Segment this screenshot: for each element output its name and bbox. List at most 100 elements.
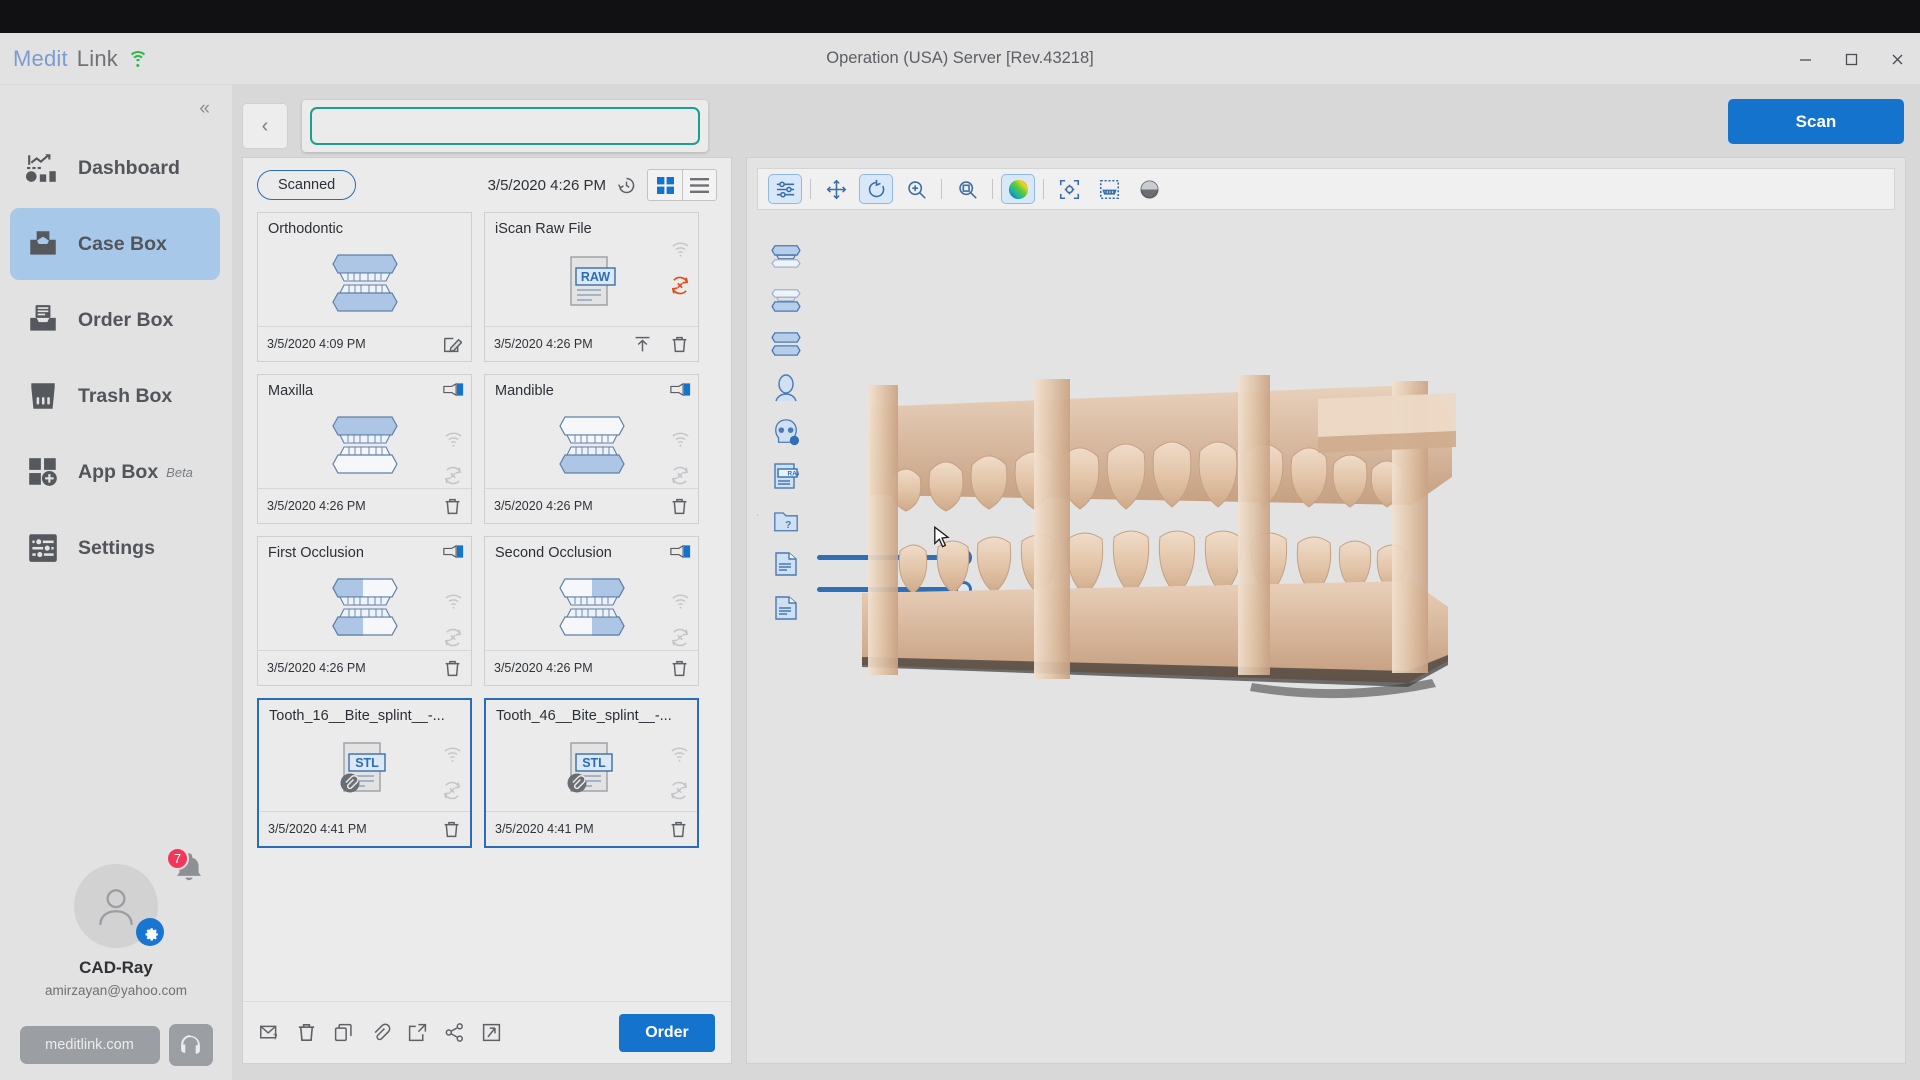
wifi-off-icon [443,746,462,768]
sync-off-icon [442,465,464,491]
close-button[interactable] [1874,33,1920,85]
sidebar-item-app-box[interactable]: App Box Beta [10,436,220,508]
svg-text:?: ? [273,1033,278,1042]
upload-icon[interactable] [633,335,652,354]
export-icon[interactable] [407,1022,428,1043]
card-footer: 3/5/2020 4:41 PM [259,811,470,846]
attach-icon[interactable] [370,1022,391,1043]
card-date: 3/5/2020 4:09 PM [267,337,366,351]
zoom-in-icon[interactable] [899,174,933,204]
trash-icon[interactable] [670,659,689,678]
order-button[interactable]: Order [619,1013,715,1052]
copy-icon[interactable] [333,1022,354,1043]
trash-icon[interactable] [443,497,462,516]
dental-arch-3d-model[interactable] [852,365,1612,765]
card-footer: 3/5/2020 4:26 PM [485,650,698,685]
sidebar-item-case-box[interactable]: Case Box [10,208,220,280]
sync-off-icon [668,780,690,806]
card-status-icons [669,241,691,301]
trash-icon[interactable] [669,820,688,839]
rotate-icon[interactable] [859,174,893,204]
history-clock-icon[interactable] [616,175,637,196]
shading-icon[interactable] [1132,174,1166,204]
user-profile: 7 CAD-Ray amirzayan@yahoo.com meditlink.… [0,847,232,1080]
card-title: iScan Raw File [495,221,592,237]
file-panel: Scanned 3/5/2020 4:26 PM Orthodontic 3/5… [242,157,732,1064]
center-target-icon[interactable] [1052,174,1086,204]
face-scan-icon[interactable] [769,374,803,402]
sidebar-item-dashboard[interactable]: Dashboard [10,132,220,204]
meditlink-site-button[interactable]: meditlink.com [19,1026,160,1064]
card-date: 3/5/2020 4:26 PM [494,499,593,513]
trash-icon[interactable] [670,335,689,354]
trash-icon[interactable] [296,1022,317,1043]
grid-view-icon[interactable] [648,170,682,200]
mesh-select-icon[interactable] [1092,174,1126,204]
occlusion-icon[interactable] [769,330,803,358]
sync-off-icon [442,627,464,653]
file-panel-header: Scanned 3/5/2020 4:26 PM [243,158,731,212]
viewer-stage[interactable]: RAW ▼ ? [757,210,1895,1053]
adjust-sliders-icon[interactable] [768,174,802,204]
mail-question-icon[interactable]: ? [259,1022,280,1043]
sidebar-item-order-box[interactable]: Order Box [10,284,220,356]
card-title: Tooth_46__Bite_splint__-... [496,708,672,724]
edit-icon[interactable] [443,335,462,354]
file-card-maxilla[interactable]: Maxilla 3/5/2020 4:26 PM [257,374,472,524]
view-toggle [647,169,717,201]
help-button[interactable]: ? [168,1024,213,1066]
zoom-fit-icon[interactable] [950,174,984,204]
toolbar-separator [941,179,942,199]
sidebar-collapse-button[interactable]: « [199,99,210,118]
dashboard-icon [26,151,60,185]
file-card-iscan-raw[interactable]: iScan Raw File RAW 3/5/2020 4:26 PM [484,212,699,362]
sidebar-item-settings[interactable]: Settings [10,512,220,584]
notifications-button[interactable]: 7 [166,847,210,892]
file-card-tooth-46-stl[interactable]: Tooth_46__Bite_splint__-... STL 3/5/2020… [484,698,699,848]
list-view-icon[interactable] [682,170,716,200]
status-badge[interactable]: Scanned [257,170,357,200]
top-bar: ‹ Scan [242,95,1906,157]
card-footer: 3/5/2020 4:26 PM [485,488,698,523]
raw-file-icon[interactable]: RAW [769,462,803,490]
avatar[interactable] [74,864,164,948]
file-card-orthodontic[interactable]: Orthodontic 3/5/2020 4:09 PM [257,212,472,362]
document-icon[interactable] [769,550,803,578]
share-icon[interactable] [444,1022,465,1043]
file-card-first-occlusion[interactable]: First Occlusion 3/5/2020 4:26 PM [257,536,472,686]
color-map-icon[interactable] [1001,174,1035,204]
minimize-button[interactable] [1782,33,1828,85]
scan-button[interactable]: Scan [1728,99,1904,144]
card-date: 3/5/2020 4:26 PM [494,337,593,351]
window-controls [1782,33,1920,85]
file-card-mandible[interactable]: Mandible 3/5/2020 4:26 PM [484,374,699,524]
file-card-tooth-16-stl[interactable]: Tooth_16__Bite_splint__-... STL 3/5/2020… [257,698,472,848]
svg-text:?: ? [188,1041,193,1051]
stl-file-icon: STL [340,741,386,792]
sidebar-item-trash-box[interactable]: Trash Box [10,360,220,432]
trash-icon[interactable] [443,659,462,678]
search-input[interactable] [310,107,700,145]
mandible-icon[interactable] [769,286,803,314]
ct-skull-icon[interactable] [769,418,803,446]
trash-icon[interactable] [670,497,689,516]
file-card-second-occlusion[interactable]: Second Occlusion 3/5/2020 4:26 PM [484,536,699,686]
folder-question-icon[interactable]: ▼ ? [757,506,803,534]
chevron-down-icon[interactable]: ▼ [757,512,760,524]
back-button[interactable]: ‹ [242,103,288,149]
maxilla-icon[interactable] [769,242,803,270]
sidebar-nav: Dashboard Case Box Order Box Trash Box A… [0,128,232,588]
move-icon[interactable] [819,174,853,204]
card-thumbnail: RAW [485,237,698,326]
maximize-button[interactable] [1828,33,1874,85]
teeth-lower-icon [558,415,625,474]
card-date: 3/5/2020 4:26 PM [267,661,366,675]
card-status-icons [669,593,691,653]
gear-icon[interactable] [136,918,164,946]
document-icon[interactable] [769,594,803,622]
card-status-icons [441,746,463,806]
case-box-icon [26,227,60,261]
card-thumbnail: STL [259,724,470,811]
trash-icon[interactable] [442,820,461,839]
expand-icon[interactable] [481,1022,502,1043]
